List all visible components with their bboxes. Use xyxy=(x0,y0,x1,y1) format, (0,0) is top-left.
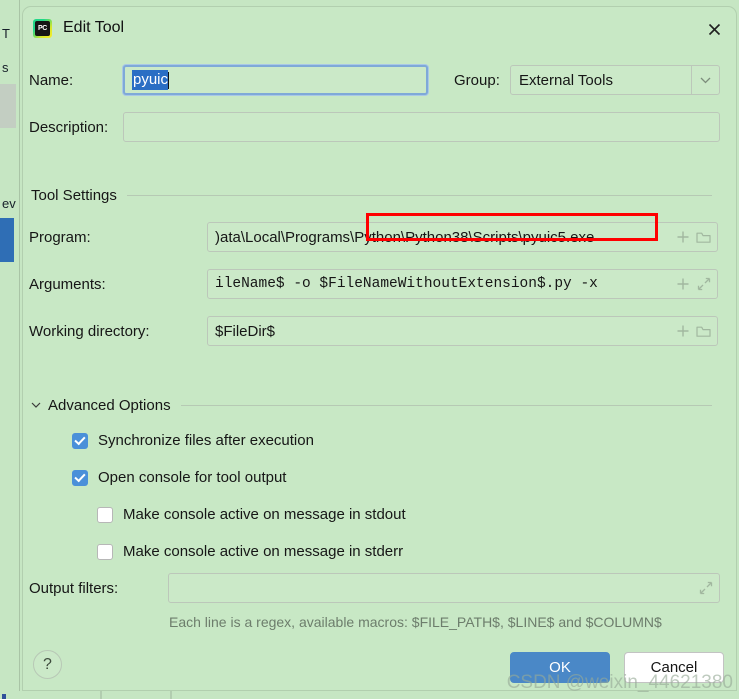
expand-arrows-icon[interactable] xyxy=(695,578,716,599)
working-directory-input[interactable]: $FileDir$ xyxy=(207,316,718,346)
dialog-title: Edit Tool xyxy=(63,19,125,36)
description-row: Description: xyxy=(29,112,732,142)
checkbox-label: Make console active on message in stdout xyxy=(123,506,406,523)
plus-icon[interactable] xyxy=(672,321,693,342)
background-tick xyxy=(2,694,6,699)
plus-icon[interactable] xyxy=(672,227,693,248)
output-filters-row: Output filters: xyxy=(29,573,732,603)
advanced-options-section-header[interactable]: Advanced Options xyxy=(31,397,736,414)
working-directory-row: Working directory: $FileDir$ xyxy=(29,316,732,346)
working-directory-label: Working directory: xyxy=(29,322,150,340)
description-input[interactable] xyxy=(123,112,720,142)
checkbox-label: Make console active on message in stderr xyxy=(123,543,404,560)
chevron-down-icon[interactable] xyxy=(691,66,719,94)
description-label: Description: xyxy=(29,118,109,136)
close-icon[interactable] xyxy=(702,17,726,41)
expand-arrows-icon[interactable] xyxy=(693,274,714,295)
arguments-input-value: ileName$ -o $FileNameWithoutExtension$.p… xyxy=(215,276,598,292)
arguments-row: Arguments: ileName$ -o $FileNameWithoutE… xyxy=(29,269,732,299)
pycharm-icon-label: PC xyxy=(35,21,50,36)
checkbox-box[interactable] xyxy=(97,506,113,523)
name-input-value: pyuic xyxy=(132,70,169,90)
background-app-strip: T s ev xyxy=(0,0,22,699)
text-caret xyxy=(168,71,170,89)
background-segment-2 xyxy=(170,691,172,699)
checkbox-box[interactable] xyxy=(72,469,88,486)
background-gray-block xyxy=(0,84,16,128)
arguments-input[interactable]: ileName$ -o $FileNameWithoutExtension$.p… xyxy=(207,269,718,299)
name-label: Name: xyxy=(29,71,74,89)
program-label: Program: xyxy=(29,228,91,246)
watermark: CSDN @weixin_44621380 xyxy=(506,672,733,693)
tool-settings-title: Tool Settings xyxy=(31,187,117,204)
working-directory-input-value: $FileDir$ xyxy=(215,322,276,340)
checkbox-open-console[interactable]: Open console for tool output xyxy=(72,469,286,486)
checkbox-box[interactable] xyxy=(97,543,113,560)
name-input[interactable]: pyuic xyxy=(123,65,428,95)
output-filters-input[interactable] xyxy=(168,573,720,603)
advanced-options-title: Advanced Options xyxy=(48,397,171,414)
checkbox-label: Open console for tool output xyxy=(98,469,287,486)
edit-tool-dialog: PC Edit Tool Name: pyuic Group: External… xyxy=(22,6,737,691)
background-text-fragment-3: ev xyxy=(2,196,16,211)
checkbox-console-active-stdout[interactable]: Make console active on message in stdout xyxy=(97,506,406,523)
folder-icon[interactable] xyxy=(693,321,714,342)
group-label: Group: xyxy=(454,71,500,89)
pycharm-icon: PC xyxy=(33,19,52,38)
help-button[interactable]: ? xyxy=(33,650,62,679)
background-divider xyxy=(19,0,20,699)
section-divider xyxy=(126,195,712,196)
output-filters-label: Output filters: xyxy=(29,579,119,597)
group-dropdown[interactable]: External Tools xyxy=(510,65,720,95)
program-input-value: )ata\Local\Programs\Python\Python38\Scri… xyxy=(215,228,595,246)
checkbox-console-active-stderr[interactable]: Make console active on message in stderr xyxy=(97,543,403,560)
program-input[interactable]: )ata\Local\Programs\Python\Python38\Scri… xyxy=(207,222,718,252)
checkbox-box[interactable] xyxy=(72,432,88,449)
group-dropdown-value: External Tools xyxy=(519,71,613,89)
program-row: Program: )ata\Local\Programs\Python\Pyth… xyxy=(29,222,732,252)
name-row: Name: pyuic Group: External Tools xyxy=(29,65,732,95)
folder-icon[interactable] xyxy=(693,227,714,248)
dialog-titlebar: PC Edit Tool xyxy=(23,7,736,49)
tool-settings-section-header: Tool Settings xyxy=(31,187,736,204)
background-text-fragment-1: T xyxy=(2,26,10,41)
plus-icon[interactable] xyxy=(672,274,693,295)
arguments-label: Arguments: xyxy=(29,275,106,293)
background-text-fragment-2: s xyxy=(2,60,9,75)
chevron-down-icon[interactable] xyxy=(31,400,41,411)
section-divider xyxy=(180,405,712,406)
checkbox-sync-files[interactable]: Synchronize files after execution xyxy=(72,432,314,449)
checkbox-label: Synchronize files after execution xyxy=(98,432,314,449)
background-selected-item xyxy=(0,218,14,262)
output-filters-hint: Each line is a regex, available macros: … xyxy=(169,614,662,630)
background-segment-1 xyxy=(100,691,102,699)
